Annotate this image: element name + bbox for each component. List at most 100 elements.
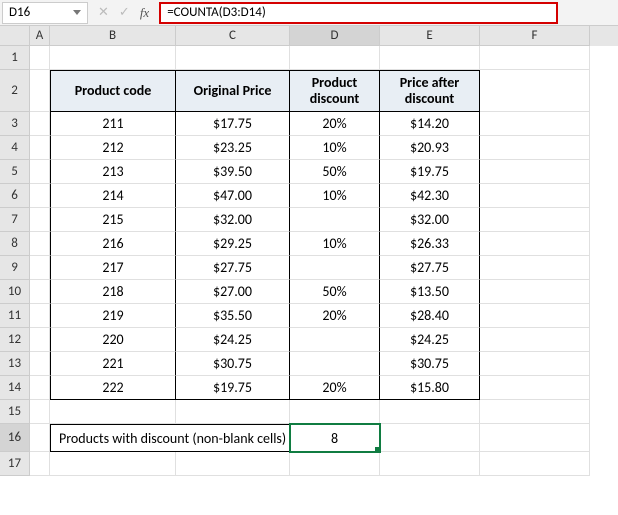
cell-A11[interactable] bbox=[30, 304, 50, 328]
summary-value-cell[interactable]: 8 bbox=[290, 424, 380, 452]
cell-C7[interactable]: $32.00 bbox=[176, 208, 290, 232]
cell-B10[interactable]: 218 bbox=[50, 280, 176, 304]
col-header-E[interactable]: E bbox=[380, 26, 480, 46]
cell-F5[interactable] bbox=[480, 160, 590, 184]
cell-B14[interactable]: 222 bbox=[50, 376, 176, 400]
cell-B9[interactable]: 217 bbox=[50, 256, 176, 280]
header-product-discount[interactable]: Product discount bbox=[290, 70, 380, 112]
cell-D7[interactable] bbox=[290, 208, 380, 232]
row-header-10[interactable]: 10 bbox=[0, 280, 30, 304]
row-header-13[interactable]: 13 bbox=[0, 352, 30, 376]
cell-C4[interactable]: $23.25 bbox=[176, 136, 290, 160]
row-header-3[interactable]: 3 bbox=[0, 112, 30, 136]
col-header-A[interactable]: A bbox=[30, 26, 50, 46]
cell-C14[interactable]: $19.75 bbox=[176, 376, 290, 400]
row-header-17[interactable]: 17 bbox=[0, 452, 30, 476]
cell-F10[interactable] bbox=[480, 280, 590, 304]
name-box[interactable]: D16 bbox=[2, 2, 88, 24]
cell-D1[interactable] bbox=[290, 46, 380, 70]
header-product-code[interactable]: Product code bbox=[50, 70, 176, 112]
cell-C15[interactable] bbox=[176, 400, 290, 424]
cell-E1[interactable] bbox=[380, 46, 480, 70]
row-header-7[interactable]: 7 bbox=[0, 208, 30, 232]
cell-B11[interactable]: 219 bbox=[50, 304, 176, 328]
cell-B4[interactable]: 212 bbox=[50, 136, 176, 160]
cell-D9[interactable] bbox=[290, 256, 380, 280]
cell-E10[interactable]: $13.50 bbox=[380, 280, 480, 304]
cell-A12[interactable] bbox=[30, 328, 50, 352]
cell-F4[interactable] bbox=[480, 136, 590, 160]
cell-F16[interactable] bbox=[480, 424, 590, 452]
cell-C1[interactable] bbox=[176, 46, 290, 70]
cell-D13[interactable] bbox=[290, 352, 380, 376]
cell-E5[interactable]: $19.75 bbox=[380, 160, 480, 184]
row-header-8[interactable]: 8 bbox=[0, 232, 30, 256]
cell-A16[interactable] bbox=[30, 424, 50, 452]
cell-E14[interactable]: $15.80 bbox=[380, 376, 480, 400]
cell-F15[interactable] bbox=[480, 400, 590, 424]
cell-A3[interactable] bbox=[30, 112, 50, 136]
col-header-C[interactable]: C bbox=[176, 26, 290, 46]
cell-F8[interactable] bbox=[480, 232, 590, 256]
row-header-14[interactable]: 14 bbox=[0, 376, 30, 400]
cell-B5[interactable]: 213 bbox=[50, 160, 176, 184]
cell-F2[interactable] bbox=[480, 70, 590, 112]
cell-F13[interactable] bbox=[480, 352, 590, 376]
cell-C10[interactable]: $27.00 bbox=[176, 280, 290, 304]
cell-A2[interactable] bbox=[30, 70, 50, 112]
row-header-16[interactable]: 16 bbox=[0, 424, 30, 452]
cell-A9[interactable] bbox=[30, 256, 50, 280]
row-header-12[interactable]: 12 bbox=[0, 328, 30, 352]
cell-C5[interactable]: $39.50 bbox=[176, 160, 290, 184]
cell-E4[interactable]: $20.93 bbox=[380, 136, 480, 160]
col-header-B[interactable]: B bbox=[50, 26, 176, 46]
row-header-6[interactable]: 6 bbox=[0, 184, 30, 208]
cell-A6[interactable] bbox=[30, 184, 50, 208]
cell-E9[interactable]: $27.75 bbox=[380, 256, 480, 280]
cell-F12[interactable] bbox=[480, 328, 590, 352]
cell-D15[interactable] bbox=[290, 400, 380, 424]
cell-C9[interactable]: $27.75 bbox=[176, 256, 290, 280]
cell-F1[interactable] bbox=[480, 46, 590, 70]
cell-F14[interactable] bbox=[480, 376, 590, 400]
cell-B15[interactable] bbox=[50, 400, 176, 424]
cell-D3[interactable]: 20% bbox=[290, 112, 380, 136]
cell-A14[interactable] bbox=[30, 376, 50, 400]
cell-D17[interactable] bbox=[290, 452, 380, 476]
cell-D14[interactable]: 20% bbox=[290, 376, 380, 400]
cell-E16[interactable] bbox=[380, 424, 480, 452]
cell-B3[interactable]: 211 bbox=[50, 112, 176, 136]
cell-F17[interactable] bbox=[480, 452, 590, 476]
cell-E3[interactable]: $14.20 bbox=[380, 112, 480, 136]
cell-E6[interactable]: $42.30 bbox=[380, 184, 480, 208]
spreadsheet-grid[interactable]: A B C D E F 1 2 Product code Original Pr… bbox=[0, 26, 618, 476]
cell-D12[interactable] bbox=[290, 328, 380, 352]
cell-D4[interactable]: 10% bbox=[290, 136, 380, 160]
cell-D11[interactable]: 20% bbox=[290, 304, 380, 328]
header-price-after-discount[interactable]: Price after discount bbox=[380, 70, 480, 112]
dropdown-icon[interactable] bbox=[73, 10, 81, 15]
cell-F6[interactable] bbox=[480, 184, 590, 208]
header-original-price[interactable]: Original Price bbox=[176, 70, 290, 112]
cell-A4[interactable] bbox=[30, 136, 50, 160]
row-header-5[interactable]: 5 bbox=[0, 160, 30, 184]
cell-A15[interactable] bbox=[30, 400, 50, 424]
cell-B8[interactable]: 216 bbox=[50, 232, 176, 256]
formula-input[interactable]: =COUNTA(D3:D14) bbox=[159, 2, 558, 24]
cell-C3[interactable]: $17.75 bbox=[176, 112, 290, 136]
cell-D5[interactable]: 50% bbox=[290, 160, 380, 184]
cell-D10[interactable]: 50% bbox=[290, 280, 380, 304]
cell-F3[interactable] bbox=[480, 112, 590, 136]
cell-B7[interactable]: 215 bbox=[50, 208, 176, 232]
cell-E13[interactable]: $30.75 bbox=[380, 352, 480, 376]
col-header-F[interactable]: F bbox=[480, 26, 590, 46]
cell-F7[interactable] bbox=[480, 208, 590, 232]
row-header-11[interactable]: 11 bbox=[0, 304, 30, 328]
cell-E17[interactable] bbox=[380, 452, 480, 476]
cell-D6[interactable]: 10% bbox=[290, 184, 380, 208]
cell-E15[interactable] bbox=[380, 400, 480, 424]
summary-label-cell[interactable]: Products with discount (non-blank cells) bbox=[50, 424, 290, 452]
cell-A5[interactable] bbox=[30, 160, 50, 184]
row-header-1[interactable]: 1 bbox=[0, 46, 30, 70]
cell-D8[interactable]: 10% bbox=[290, 232, 380, 256]
